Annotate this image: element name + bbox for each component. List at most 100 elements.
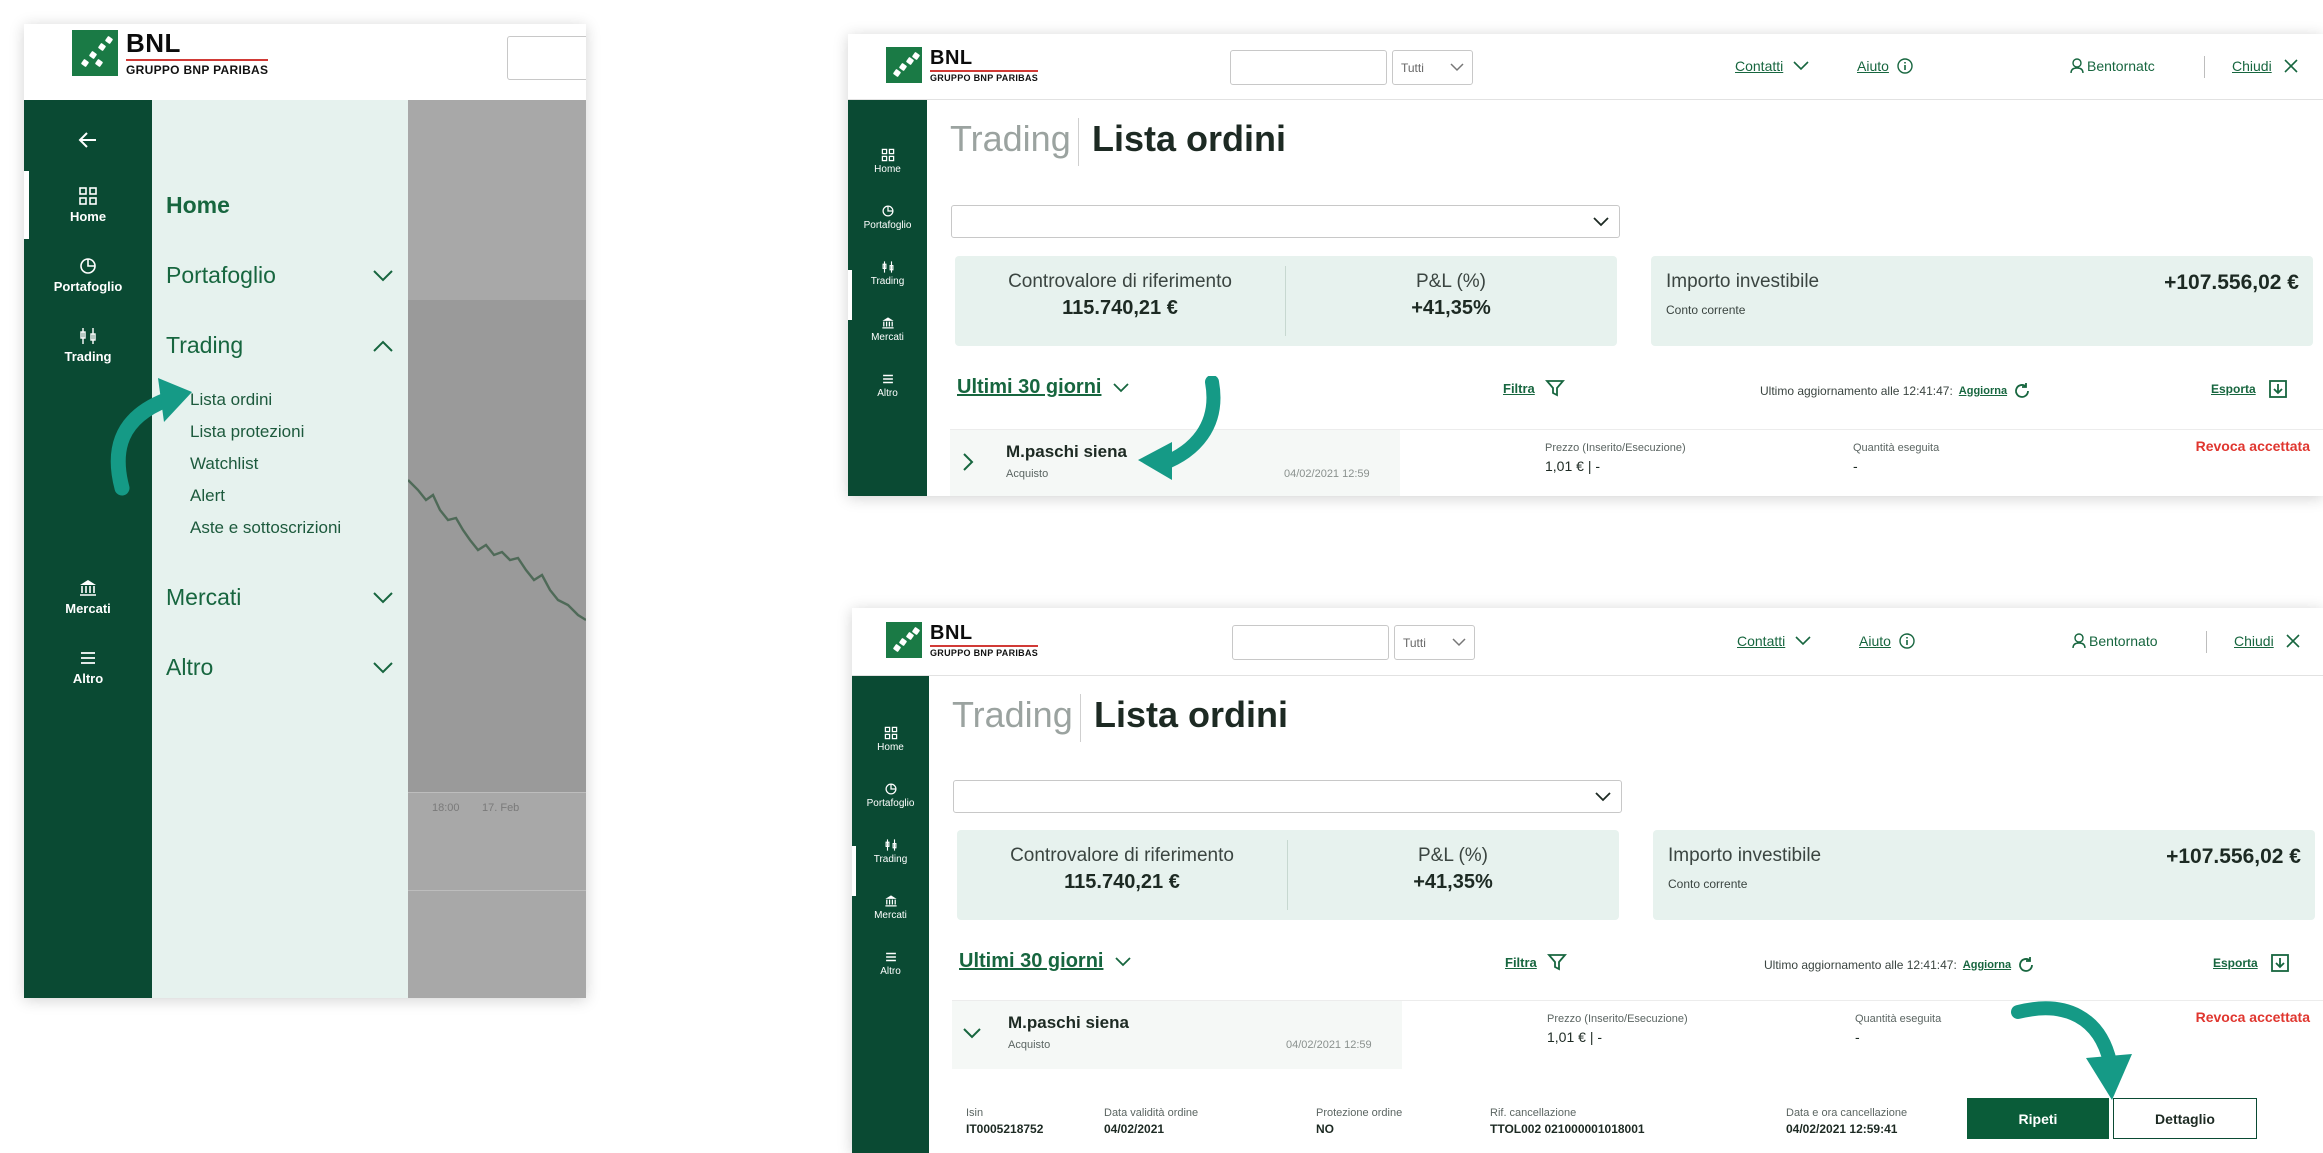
grid-icon [79,187,97,205]
filter-button[interactable]: Filtra [1505,952,1567,972]
filter-button[interactable]: Filtra [1503,378,1565,398]
refresh-link[interactable]: Aggiorna [1959,385,2007,397]
account-select[interactable] [953,780,1622,813]
contacts-link[interactable]: Contatti [1735,58,1809,74]
rail-item-markets[interactable]: Mercati [24,578,152,616]
portfolio-kpi-card: Controvalore di riferimento 115.740,21 €… [957,830,1619,920]
investable-label: Importo investibile [1666,271,1820,292]
menu-item-trading[interactable]: Trading [152,332,408,359]
account-select[interactable] [951,205,1620,238]
refresh-link[interactable]: Aggiorna [1963,959,2011,971]
rail-item-trading[interactable]: Trading [848,260,927,287]
bnl-logo[interactable]: BNL GRUPPO BNP PARIBAS [886,47,1039,83]
download-icon [2270,954,2289,972]
rail-home-label: Home [69,209,107,224]
bnl-logo[interactable]: BNL GRUPPO BNP PARIBAS [886,622,1039,658]
rail-item-portfolio[interactable]: Portafoglio [852,782,929,809]
chevron-down-icon [1115,956,1132,966]
pnl-label: P&L (%) [1415,271,1487,292]
filter-select[interactable]: Tutti [1394,625,1475,660]
help-label: Aiuto [1859,633,1891,649]
menu-item-portfolio[interactable]: Portafoglio [152,262,408,289]
period-dropdown[interactable]: Ultimi 30 giorni [957,376,1130,399]
expanded-menu: Home Portafoglio Trading Lista ordini Li… [152,100,408,998]
menu-markets-label: Mercati [166,584,242,610]
rail-item-trading[interactable]: Trading [24,326,152,364]
submenu-item-auctions[interactable]: Aste e sottoscrizioni [190,518,341,538]
investable-kpi-card: Importo investibile Conto corrente +107.… [1653,830,2315,920]
cancel-ref-label: Rif. cancellazione [1490,1107,1577,1119]
chevron-down-icon [1793,61,1809,71]
chevron-right-icon[interactable] [962,452,974,472]
chevron-down-icon [1452,638,1466,647]
rail-other-label: Altro [877,388,898,399]
search-input[interactable] [1230,50,1387,85]
help-link[interactable]: Aiuto [1857,58,1913,74]
menu-item-other[interactable]: Altro [152,654,408,681]
reference-value: 115.740,21 € [1062,297,1178,319]
export-button[interactable]: Esporta [2211,379,2288,399]
help-link[interactable]: Aiuto [1859,633,1915,649]
pnl-label: P&L (%) [1417,845,1489,866]
validity-value: 04/02/2021 [1104,1122,1165,1136]
refresh-icon[interactable] [2017,956,2035,974]
close-label: Chiudi [2234,633,2274,649]
contacts-link[interactable]: Contatti [1737,633,1811,649]
search-input[interactable] [507,36,586,80]
chevron-down-icon [1795,636,1811,646]
order-side: Acquisto [1008,1039,1051,1051]
filter-select[interactable]: Tutti [1392,50,1473,85]
rail-item-other[interactable]: Altro [24,648,152,686]
period-dropdown[interactable]: Ultimi 30 giorni [959,950,1132,973]
candlestick-icon [885,839,896,851]
menu-item-home[interactable]: Home [152,192,408,219]
close-link[interactable]: Chiudi [2234,633,2300,649]
reference-value-label: Controvalore di riferimento [1010,845,1234,866]
export-button[interactable]: Esporta [2213,953,2290,973]
dimmed-background: 18:00 17. Feb [408,100,586,998]
curved-arrow-icon [1138,376,1221,480]
bnl-star-logo-icon [72,30,118,76]
rail-item-other[interactable]: Altro [852,950,929,977]
back-button[interactable] [24,128,152,152]
page-title: Lista ordini [1092,118,1287,159]
user-menu[interactable]: Bentornato [2072,633,2158,649]
refresh-icon[interactable] [2013,382,2031,400]
brand-name: BNL [126,30,269,61]
rail-item-portfolio[interactable]: Portafoglio [848,204,927,231]
close-link[interactable]: Chiudi [2232,58,2298,74]
candlestick-icon [80,328,96,344]
price-label: Prezzo (Inserito/Esecuzione) [1547,1013,1688,1025]
list-icon [81,652,95,664]
bnl-star-logo-icon [886,622,922,658]
header-bar: BNL GRUPPO BNP PARIBAS Tutti Contatti Ai… [848,34,2323,100]
side-rail: Home Portafoglio Trading Mercati Altro [24,100,152,998]
pnl-value: +41,35% [1411,297,1491,319]
export-label: Esporta [2213,956,2258,970]
user-menu[interactable]: Bentornatc [2070,58,2155,74]
rail-item-home[interactable]: Home [24,186,152,224]
rail-item-markets[interactable]: Mercati [848,316,927,343]
menu-item-markets[interactable]: Mercati [152,584,408,611]
investable-value: +107.556,02 € [2164,271,2299,294]
bnl-star-logo-icon [886,47,922,83]
search-input[interactable] [1232,625,1389,660]
background-tick-label: 17. Feb [482,802,520,814]
brand-group: GRUPPO BNP PARIBAS [126,63,269,77]
rail-item-other[interactable]: Altro [848,372,927,399]
download-icon [2268,380,2287,398]
grid-icon [881,148,894,162]
chevron-down-icon [373,661,393,673]
bnl-logo[interactable]: BNL GRUPPO BNP PARIBAS [72,30,269,77]
rail-item-home[interactable]: Home [852,726,929,753]
rail-item-markets[interactable]: Mercati [852,894,929,921]
rail-item-portfolio[interactable]: Portafoglio [24,256,152,294]
rail-item-home[interactable]: Home [848,148,927,175]
rail-item-trading[interactable]: Trading [852,838,929,865]
order-status: Revoca accettata [2195,438,2310,454]
rail-home-label: Home [877,742,904,753]
info-circle-icon [1899,633,1915,649]
chevron-down-icon[interactable] [962,1027,982,1039]
pie-chart-icon [881,205,894,217]
user-greeting: Bentornatc [2087,58,2155,74]
